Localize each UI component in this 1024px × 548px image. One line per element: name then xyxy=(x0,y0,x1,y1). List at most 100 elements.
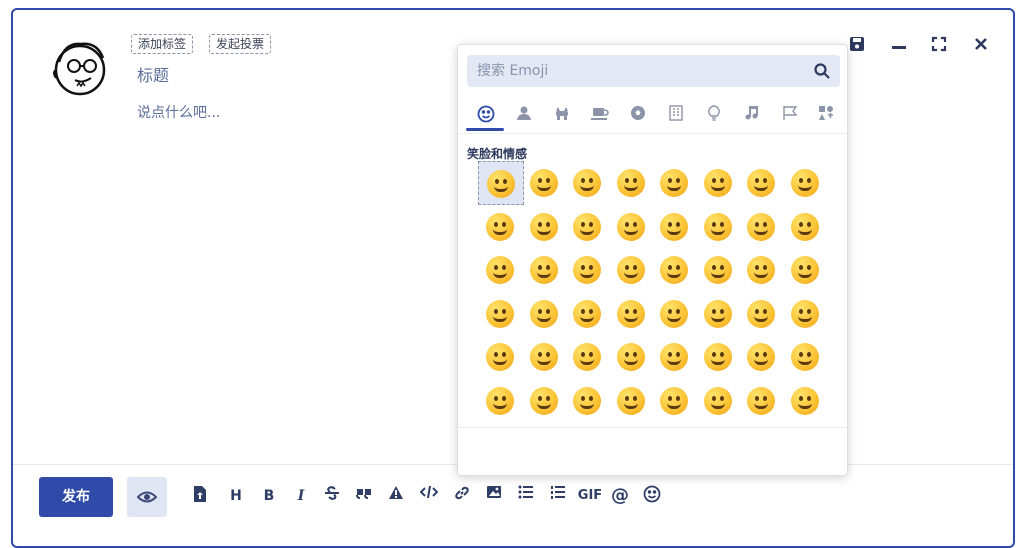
lightbulb-category-icon[interactable] xyxy=(703,105,725,127)
emoji-icon[interactable] xyxy=(641,485,663,507)
emoji-face-icon xyxy=(529,299,558,328)
emoji-item[interactable] xyxy=(478,335,524,379)
emoji-item[interactable] xyxy=(696,379,742,423)
emoji-face-icon xyxy=(616,256,645,284)
link-icon[interactable] xyxy=(453,485,471,507)
flag-category-icon[interactable] xyxy=(779,105,801,127)
emoji-item[interactable] xyxy=(696,205,742,249)
emoji-item[interactable] xyxy=(652,292,698,336)
emoji-item[interactable] xyxy=(739,205,785,249)
bold-button[interactable]: B xyxy=(261,485,277,507)
emoji-item[interactable] xyxy=(609,379,655,423)
emoji-item[interactable] xyxy=(609,335,655,379)
emoji-item[interactable] xyxy=(565,335,611,379)
emoji-item[interactable] xyxy=(522,335,568,379)
emoji-item[interactable] xyxy=(739,161,785,205)
emoji-item[interactable] xyxy=(739,335,785,379)
user-avatar[interactable] xyxy=(47,34,113,100)
music-category-icon[interactable] xyxy=(741,105,763,127)
quote-icon[interactable] xyxy=(355,485,373,507)
mention-button[interactable]: @ xyxy=(609,485,631,507)
symbols-category-icon[interactable] xyxy=(815,105,837,127)
publish-button[interactable]: 发布 xyxy=(39,477,113,517)
emoji-item[interactable] xyxy=(522,292,568,336)
emoji-item[interactable] xyxy=(652,161,698,205)
gif-button[interactable]: GIF xyxy=(575,485,605,507)
emoji-item[interactable] xyxy=(696,161,742,205)
emoji-section-title: 笑脸和情感 xyxy=(467,147,528,161)
animals-category-icon[interactable] xyxy=(551,105,573,127)
emoji-item[interactable] xyxy=(696,335,742,379)
emoji-face-icon xyxy=(660,299,688,328)
emoji-face-icon xyxy=(573,212,601,241)
emoji-item[interactable] xyxy=(522,379,568,423)
emoji-item[interactable] xyxy=(652,205,698,249)
emoji-face-icon xyxy=(616,343,645,371)
bullet-list-icon[interactable] xyxy=(517,485,535,507)
emoji-item[interactable] xyxy=(609,248,655,292)
smiley-category-icon[interactable] xyxy=(475,105,497,127)
emoji-item[interactable] xyxy=(522,161,568,205)
close-icon[interactable] xyxy=(971,36,991,56)
emoji-item[interactable] xyxy=(652,248,698,292)
preview-eye-icon[interactable] xyxy=(127,477,167,517)
emoji-item[interactable] xyxy=(783,335,829,379)
emoji-item[interactable] xyxy=(783,379,829,423)
emoji-face-icon xyxy=(616,386,645,415)
emoji-face-icon xyxy=(703,299,732,328)
emoji-item[interactable] xyxy=(565,292,611,336)
emoji-item[interactable] xyxy=(478,161,524,205)
emoji-item[interactable] xyxy=(478,292,524,336)
emoji-item[interactable] xyxy=(652,335,698,379)
code-icon[interactable] xyxy=(419,485,439,507)
emoji-search-placeholder: 搜索 Emoji xyxy=(477,63,549,79)
emoji-face-icon xyxy=(660,343,688,371)
emoji-item[interactable] xyxy=(739,292,785,336)
numbered-list-icon[interactable] xyxy=(549,485,567,507)
image-icon[interactable] xyxy=(485,485,503,507)
title-input[interactable]: 标题 xyxy=(137,62,169,86)
buildings-category-icon[interactable] xyxy=(665,105,687,127)
activity-category-icon[interactable] xyxy=(627,105,649,127)
emoji-item[interactable] xyxy=(565,379,611,423)
emoji-item[interactable] xyxy=(565,161,611,205)
emoji-item[interactable] xyxy=(783,205,829,249)
emoji-item[interactable] xyxy=(609,205,655,249)
people-category-icon[interactable] xyxy=(513,105,535,127)
fullscreen-icon[interactable] xyxy=(929,36,949,56)
save-icon[interactable] xyxy=(847,36,867,56)
search-icon[interactable] xyxy=(814,63,830,79)
add-tag-button[interactable]: 添加标签 xyxy=(131,34,194,54)
emoji-item[interactable] xyxy=(565,248,611,292)
food-category-icon[interactable] xyxy=(589,105,611,127)
emoji-item[interactable] xyxy=(696,248,742,292)
emoji-item[interactable] xyxy=(783,292,829,336)
heading-button[interactable]: H xyxy=(227,485,245,507)
emoji-item[interactable] xyxy=(783,248,829,292)
emoji-item[interactable] xyxy=(739,248,785,292)
emoji-item[interactable] xyxy=(478,205,524,249)
emoji-item[interactable] xyxy=(522,248,568,292)
emoji-item[interactable] xyxy=(609,292,655,336)
emoji-item[interactable] xyxy=(478,379,524,423)
emoji-search-input[interactable]: 搜索 Emoji xyxy=(467,55,840,87)
start-vote-button[interactable]: 发起投票 xyxy=(209,34,272,54)
emoji-item[interactable] xyxy=(478,248,524,292)
bottom-toolbar: 发布 H B I GIF @ xyxy=(13,464,1013,544)
category-divider xyxy=(458,133,847,134)
italic-button[interactable]: I xyxy=(293,485,309,507)
emoji-face-icon xyxy=(529,386,558,415)
content-input[interactable]: 说点什么吧... xyxy=(137,102,220,122)
minimize-icon[interactable] xyxy=(889,36,909,56)
strikethrough-icon[interactable] xyxy=(323,485,341,507)
warning-icon[interactable] xyxy=(387,485,405,507)
emoji-item[interactable] xyxy=(783,161,829,205)
emoji-item[interactable] xyxy=(652,379,698,423)
emoji-face-icon xyxy=(660,212,688,241)
upload-icon[interactable] xyxy=(191,485,209,507)
emoji-item[interactable] xyxy=(522,205,568,249)
emoji-item[interactable] xyxy=(739,379,785,423)
emoji-item[interactable] xyxy=(696,292,742,336)
emoji-item[interactable] xyxy=(609,161,655,205)
emoji-item[interactable] xyxy=(565,205,611,249)
